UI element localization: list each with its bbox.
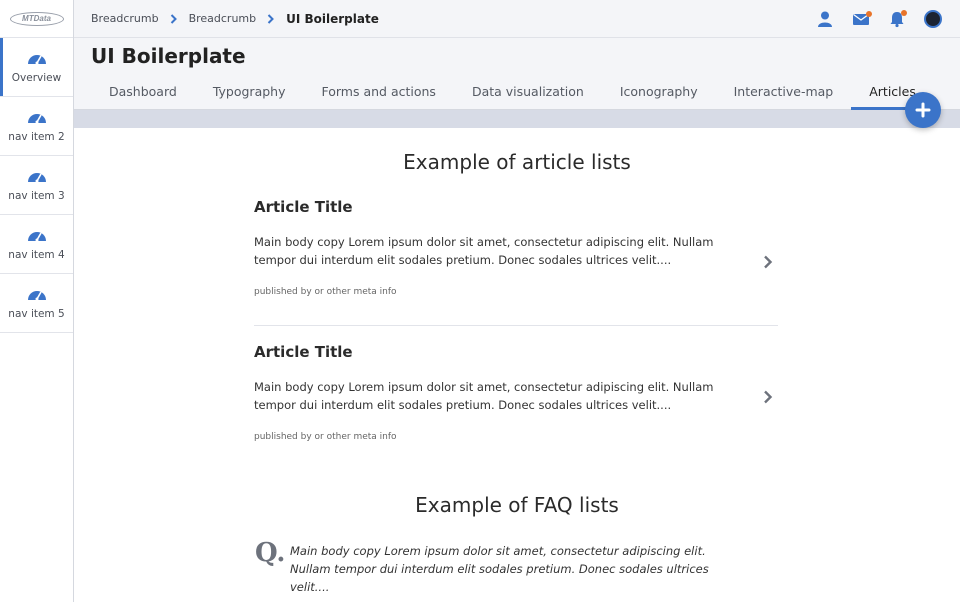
sidebar-item-5[interactable]: nav item 5 [0, 274, 73, 333]
faq-question-text[interactable]: Main body copy Lorem ipsum dolor sit ame… [290, 542, 730, 596]
faq-section-title: Example of FAQ lists [415, 493, 619, 517]
tab-forms-and-actions[interactable]: Forms and actions [303, 82, 453, 110]
notification-dot [901, 10, 907, 16]
article-body: Main body copy Lorem ipsum dolor sit ame… [254, 235, 714, 267]
chevron-right-icon[interactable] [763, 390, 773, 404]
sidebar-item-label: nav item 5 [8, 307, 65, 320]
sidebar-item-label: nav item 3 [8, 189, 65, 202]
sidebar-item-2[interactable]: nav item 2 [0, 97, 73, 156]
tab-dashboard[interactable]: Dashboard [91, 82, 195, 110]
gauge-icon [27, 172, 46, 182]
gauge-icon [27, 290, 46, 300]
mail-icon[interactable] [852, 10, 872, 28]
sidebar: MTData Overview nav item 2 nav item 3 na… [0, 0, 74, 602]
logo-text: MTData [9, 11, 64, 26]
breadcrumb-link[interactable]: Breadcrumb [189, 12, 257, 25]
article-item[interactable]: Article Title Main body copy Lorem ipsum… [254, 343, 778, 442]
articles-section-title: Example of article lists [403, 150, 631, 174]
header: Breadcrumb Breadcrumb UI Boilerplate UI … [74, 0, 960, 110]
header-actions [816, 10, 942, 28]
faq-question-marker: Q. [255, 538, 286, 568]
notification-dot [866, 11, 872, 17]
breadcrumb-current: UI Boilerplate [286, 11, 379, 26]
sidebar-item-3[interactable]: nav item 3 [0, 156, 73, 215]
user-icon[interactable] [816, 10, 834, 28]
breadcrumb-link[interactable]: Breadcrumb [91, 12, 159, 25]
bell-icon[interactable] [888, 10, 907, 28]
sidebar-item-4[interactable]: nav item 4 [0, 215, 73, 274]
chevron-right-icon [267, 13, 275, 24]
gauge-icon [27, 54, 46, 64]
article-title: Article Title [254, 343, 353, 361]
article-item[interactable]: Article Title Main body copy Lorem ipsum… [254, 198, 778, 297]
chevron-right-icon [170, 13, 177, 24]
divider [254, 325, 778, 326]
tab-bar: Dashboard Typography Forms and actions D… [91, 82, 934, 110]
article-title: Article Title [254, 198, 353, 216]
tab-typography[interactable]: Typography [195, 82, 304, 110]
tab-interactive-map[interactable]: Interactive-map [716, 82, 852, 110]
article-body: Main body copy Lorem ipsum dolor sit ame… [254, 380, 714, 412]
sidebar-item-label: nav item 4 [8, 248, 65, 261]
tab-iconography[interactable]: Iconography [602, 82, 716, 110]
avatar[interactable] [924, 10, 942, 28]
gauge-icon [27, 113, 46, 123]
header-band [74, 110, 960, 128]
add-button[interactable] [905, 92, 941, 128]
main-content: Example of article lists Article Title M… [74, 128, 960, 602]
sidebar-item-overview[interactable]: Overview [0, 38, 73, 97]
logo[interactable]: MTData [0, 0, 73, 38]
gauge-icon [27, 231, 46, 241]
chevron-right-icon[interactable] [763, 255, 773, 269]
plus-icon [915, 102, 931, 118]
sidebar-item-label: nav item 2 [8, 130, 65, 143]
tab-data-visualization[interactable]: Data visualization [454, 82, 602, 110]
page-title: UI Boilerplate [91, 44, 246, 68]
article-meta: published by or other meta info [254, 432, 397, 442]
article-meta: published by or other meta info [254, 287, 397, 297]
sidebar-item-label: Overview [11, 71, 62, 84]
